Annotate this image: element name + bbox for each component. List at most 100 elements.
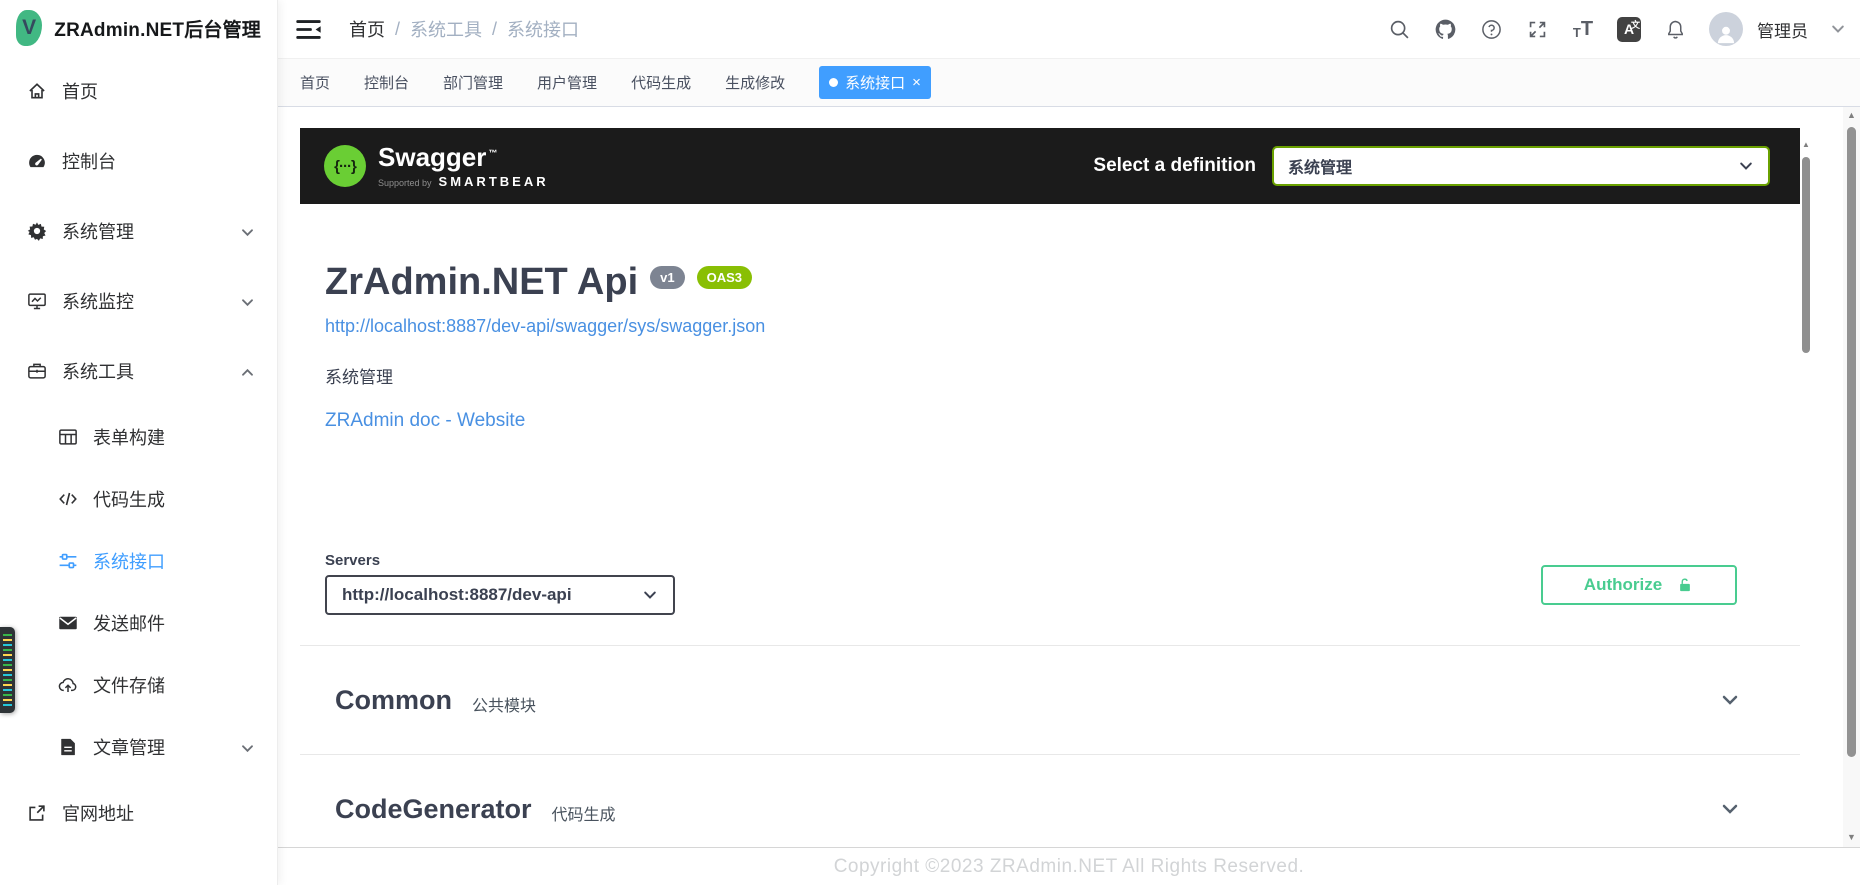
- fullscreen-icon[interactable]: [1525, 17, 1549, 41]
- api-description: 系统管理: [325, 363, 1787, 388]
- user-name[interactable]: 管理员: [1757, 17, 1808, 42]
- api-section-common[interactable]: Common公共模块: [300, 646, 1800, 755]
- api-title: ZrAdmin.NET Api: [325, 260, 638, 304]
- breadcrumb: 首页 / 系统工具 / 系统接口: [349, 16, 579, 42]
- tab-0[interactable]: 首页: [300, 72, 330, 93]
- tab-3[interactable]: 用户管理: [537, 72, 597, 93]
- search-icon[interactable]: [1387, 17, 1411, 41]
- sidebar-item-0[interactable]: 首页: [0, 56, 277, 126]
- chevron-up-icon: [240, 364, 255, 379]
- sidebar-item-10[interactable]: 文章管理: [0, 716, 277, 778]
- sidebar-item-7[interactable]: 系统接口: [0, 530, 277, 592]
- swagger-logo: {···} Swagger™ Supported by SMARTBEAR: [324, 144, 549, 189]
- sidebar-item-1[interactable]: 控制台: [0, 126, 277, 196]
- chevron-down-icon: [240, 294, 255, 309]
- github-icon[interactable]: [1433, 17, 1457, 41]
- supported-by-label: Supported by: [378, 178, 432, 188]
- document-icon: [57, 736, 79, 758]
- sidebar-item-6[interactable]: 代码生成: [0, 468, 277, 530]
- server-select[interactable]: http://localhost:8887/dev-api: [325, 575, 675, 615]
- language-icon[interactable]: A文: [1617, 17, 1641, 41]
- scheme-container: Servers http://localhost:8887/dev-api Au…: [300, 432, 1800, 646]
- server-value: http://localhost:8887/dev-api: [342, 585, 572, 605]
- avatar[interactable]: [1709, 12, 1743, 46]
- authorize-button[interactable]: Authorize: [1541, 565, 1737, 605]
- mail-icon: [57, 612, 79, 634]
- tab-2[interactable]: 部门管理: [443, 72, 503, 93]
- app-logo[interactable]: V ZRAdmin.NET后台管理: [0, 0, 277, 56]
- page-scrollbar-thumb[interactable]: [1847, 127, 1856, 757]
- tab-active[interactable]: 系统接口×: [819, 66, 931, 99]
- swagger-topbar: {···} Swagger™ Supported by SMARTBEAR Se…: [300, 128, 1800, 204]
- breadcrumb-separator: /: [395, 19, 400, 40]
- font-size-icon[interactable]: TT: [1571, 17, 1595, 41]
- sidebar-item-9[interactable]: 文件存储: [0, 654, 277, 716]
- breadcrumb-item-tools[interactable]: 系统工具: [410, 16, 482, 42]
- trademark: ™: [488, 148, 497, 158]
- swagger-scrollbar[interactable]: [1800, 128, 1812, 847]
- authorize-label: Authorize: [1584, 575, 1662, 595]
- close-icon[interactable]: ×: [912, 75, 921, 90]
- page-scrollbar[interactable]: [1843, 107, 1860, 847]
- breadcrumb-separator: /: [492, 19, 497, 40]
- definition-select[interactable]: 系统管理: [1272, 146, 1770, 186]
- collapse-sidebar-icon[interactable]: [296, 19, 321, 40]
- unlock-icon: [1676, 576, 1694, 594]
- sidebar-item-5[interactable]: 表单构建: [0, 406, 277, 468]
- api-section-codegenerator[interactable]: CodeGenerator代码生成: [300, 755, 1800, 847]
- chevron-down-icon: [1720, 799, 1740, 819]
- api-info: ZrAdmin.NET Api v1 OAS3 http://localhost…: [300, 204, 1812, 432]
- sidebar-item-3[interactable]: 系统监控: [0, 266, 277, 336]
- sidebar-item-2[interactable]: 系统管理: [0, 196, 277, 266]
- sidebar-item-4[interactable]: 系统工具: [0, 336, 277, 406]
- doc-website-link[interactable]: ZRAdmin doc - Website: [325, 410, 525, 432]
- help-icon[interactable]: [1479, 17, 1503, 41]
- copyright-text: Copyright ©2023 ZRAdmin.NET All Rights R…: [834, 856, 1305, 878]
- swagger-brand: Swagger: [378, 142, 486, 172]
- tab-1[interactable]: 控制台: [364, 72, 409, 93]
- chevron-down-icon: [240, 224, 255, 239]
- monitor-icon: [26, 290, 48, 312]
- version-badge: v1: [650, 266, 684, 289]
- app-window: V ZRAdmin.NET后台管理 首页控制台系统管理系统监控系统工具表单构建代…: [0, 0, 1860, 885]
- form-icon: [57, 426, 79, 448]
- spec-url-link[interactable]: http://localhost:8887/dev-api/swagger/sy…: [325, 316, 765, 337]
- oas3-badge: OAS3: [697, 266, 752, 289]
- notification-bell-icon[interactable]: [1663, 17, 1687, 41]
- scroll-up-arrow[interactable]: [1843, 110, 1860, 120]
- active-tab-dot: [829, 78, 838, 87]
- top-navbar: 首页 / 系统工具 / 系统接口 TT A文 管理员: [278, 0, 1860, 59]
- servers-label: Servers: [325, 552, 675, 569]
- api-sections: Common公共模块CodeGenerator代码生成: [300, 646, 1812, 847]
- navbar-actions: TT A文 管理员: [1387, 12, 1846, 46]
- briefcase-icon: [26, 360, 48, 382]
- sliders-icon: [57, 550, 79, 572]
- tab-5[interactable]: 生成修改: [725, 72, 785, 93]
- tab-4[interactable]: 代码生成: [631, 72, 691, 93]
- select-definition-label: Select a definition: [1093, 155, 1256, 177]
- breadcrumb-item-api: 系统接口: [507, 16, 579, 42]
- tab-bar: 首页 控制台 部门管理 用户管理 代码生成 生成修改 系统接口×: [278, 59, 1860, 107]
- sidebar-item-11[interactable]: 官网地址: [0, 778, 277, 848]
- chevron-down-icon: [642, 587, 658, 603]
- logo-letter: V: [22, 16, 36, 40]
- sidebar: V ZRAdmin.NET后台管理 首页控制台系统管理系统监控系统工具表单构建代…: [0, 0, 278, 885]
- gear-icon: [26, 220, 48, 242]
- app-title: ZRAdmin.NET后台管理: [54, 15, 261, 42]
- home-icon: [26, 80, 48, 102]
- swagger-logo-icon: {···}: [324, 145, 366, 187]
- logo-icon: V: [16, 10, 42, 46]
- left-edge-widget[interactable]: [0, 627, 15, 713]
- chevron-down-icon: [1720, 690, 1740, 710]
- sidebar-item-8[interactable]: 发送邮件: [0, 592, 277, 654]
- cloud-upload-icon: [57, 674, 79, 696]
- breadcrumb-item-home[interactable]: 首页: [349, 16, 385, 42]
- chevron-down-icon[interactable]: [1830, 21, 1846, 37]
- swagger-ui: {···} Swagger™ Supported by SMARTBEAR Se…: [300, 128, 1812, 847]
- main-content: {···} Swagger™ Supported by SMARTBEAR Se…: [278, 107, 1860, 847]
- swagger-scrollbar-thumb[interactable]: [1802, 157, 1810, 353]
- scroll-down-arrow[interactable]: [1843, 832, 1860, 842]
- selected-definition: 系统管理: [1288, 154, 1352, 178]
- chevron-down-icon: [1738, 158, 1754, 174]
- external-link-icon: [26, 802, 48, 824]
